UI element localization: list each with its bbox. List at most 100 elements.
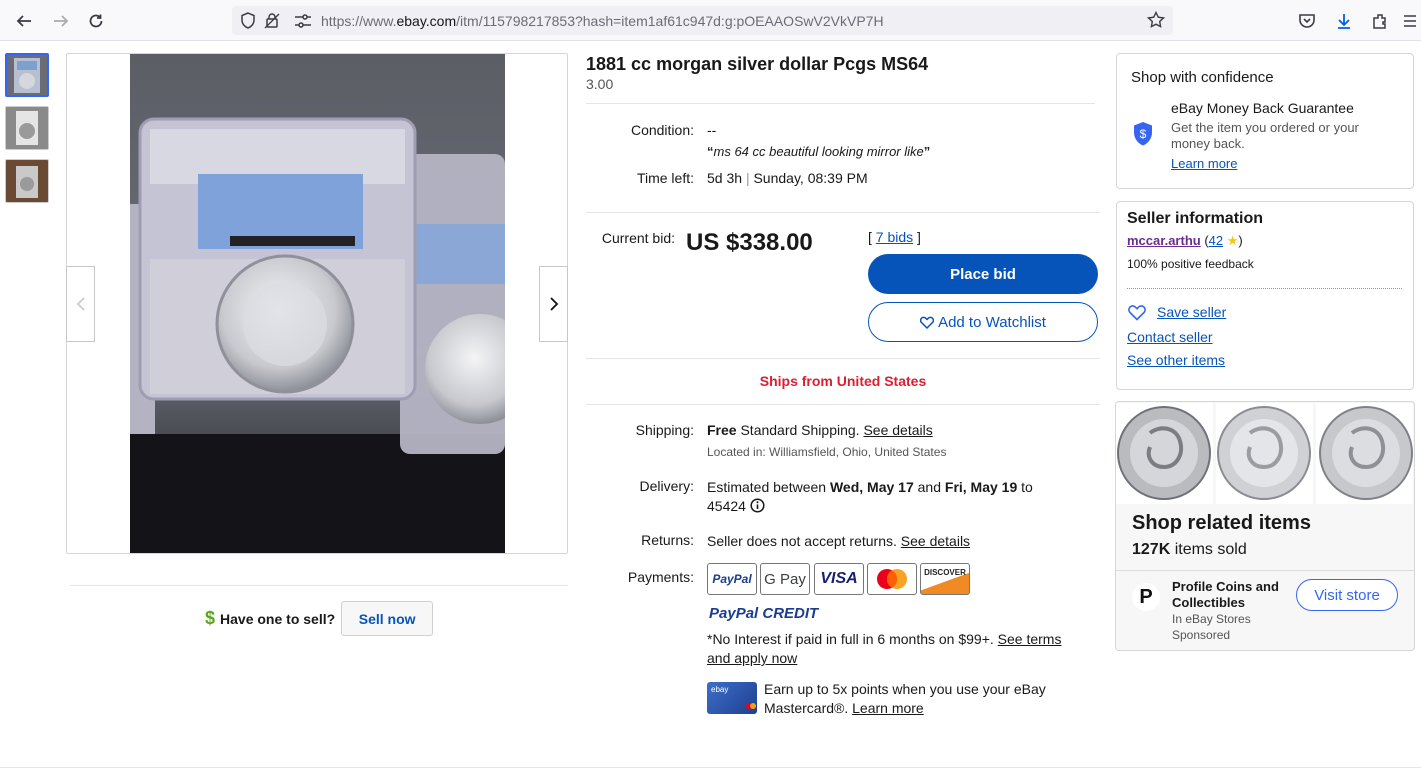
- mastercard-learn-more-link[interactable]: Learn more: [852, 700, 924, 716]
- sell-prompt: $ Have one to sell? Sell now: [205, 601, 434, 636]
- shipping-see-details-link[interactable]: See details: [863, 422, 932, 438]
- time-left-duration: 5d 3h: [707, 170, 743, 186]
- paypal-credit-logo: PayPal CREDIT: [709, 605, 819, 622]
- sell-question: Have one to sell?: [220, 610, 336, 627]
- time-left-value: 5d 3h | Sunday, 08:39 PM: [707, 170, 868, 186]
- condition-label: Condition:: [630, 122, 694, 138]
- apply-now-link[interactable]: and apply now: [707, 650, 797, 666]
- info-icon[interactable]: [750, 498, 765, 513]
- sell-now-button[interactable]: Sell now: [341, 601, 434, 636]
- returns-see-details-link[interactable]: See details: [901, 533, 970, 549]
- sold-label: items sold: [1170, 541, 1247, 558]
- paypal-icon: PayPal: [707, 563, 757, 595]
- shipping-free: Free: [707, 422, 737, 438]
- feedback-score-link[interactable]: 42: [1209, 233, 1223, 248]
- divider: [586, 103, 1095, 104]
- guarantee-text-2: money back.: [1171, 136, 1245, 151]
- bids-link[interactable]: 7 bids: [876, 229, 913, 245]
- sold-count: 127K: [1132, 541, 1171, 558]
- returns-text: Seller does not accept returns.: [707, 533, 901, 549]
- related-coin-image-1: [1116, 403, 1213, 504]
- shipping-value: Free Standard Shipping. See details: [707, 422, 933, 438]
- seller-name-link[interactable]: mccar.arthu: [1127, 233, 1201, 248]
- thumbnail-3[interactable]: [5, 159, 49, 203]
- thumbnail-2[interactable]: [5, 106, 49, 150]
- pocket-icon[interactable]: [1294, 8, 1320, 34]
- next-image-button[interactable]: [539, 266, 568, 342]
- bids-count: [ 7 bids ]: [868, 229, 921, 245]
- chevron-right-icon: [549, 297, 558, 311]
- condition-description: “ms 64 cc beautiful looking mirror like”: [707, 144, 930, 159]
- paypal-credit-terms: *No Interest if paid in full in 6 months…: [707, 630, 1102, 668]
- download-icon[interactable]: [1331, 8, 1357, 34]
- star-icon: ★: [1226, 233, 1239, 248]
- see-other-items-link[interactable]: See other items: [1127, 352, 1225, 368]
- permissions-icon[interactable]: [294, 14, 312, 28]
- delivery-pre: Estimated between: [707, 479, 830, 495]
- reload-icon[interactable]: [83, 8, 109, 34]
- url-text[interactable]: https://www.ebay.com/itm/115798217853?ha…: [321, 13, 884, 29]
- divider: [586, 404, 1100, 405]
- divider: [586, 212, 1100, 213]
- add-to-watchlist-button[interactable]: Add to Watchlist: [868, 302, 1098, 342]
- condition-quote: ms 64 cc beautiful looking mirror like: [713, 144, 924, 159]
- no-interest-text: *No Interest if paid in full in 6 months…: [707, 631, 998, 647]
- card-brand-text: ebay: [711, 685, 729, 694]
- ebay-mastercard-icon: ebay: [707, 682, 757, 714]
- mastercard-promo: Earn up to 5x points when you use your e…: [764, 680, 1084, 718]
- heart-icon: [920, 316, 935, 329]
- shield-dollar-icon: $: [1134, 122, 1152, 146]
- card-dot: [750, 703, 756, 709]
- delivery-to: to: [1017, 479, 1033, 495]
- menu-icon[interactable]: [1400, 8, 1420, 34]
- current-price: US $338.00: [686, 229, 813, 256]
- extensions-icon[interactable]: [1367, 8, 1393, 34]
- shield-tracking-icon[interactable]: [240, 12, 256, 29]
- back-arrow-icon[interactable]: [11, 8, 37, 34]
- heart-icon[interactable]: [1128, 305, 1146, 321]
- bids-bracket-close: ]: [913, 229, 921, 245]
- store-name-2: Collectibles: [1172, 595, 1245, 610]
- positive-feedback: 100% positive feedback: [1127, 257, 1254, 271]
- forward-arrow-icon[interactable]: [48, 8, 74, 34]
- divider: [586, 358, 1100, 359]
- delivery-date-start: Wed, May 17: [829, 479, 914, 495]
- lock-icon[interactable]: [264, 12, 280, 29]
- guarantee-learn-more-link[interactable]: Learn more: [1171, 156, 1237, 171]
- earn-points-text: Earn up to 5x points when you use your e…: [764, 681, 1046, 697]
- time-left-date: Sunday, 08:39 PM: [753, 170, 868, 186]
- address-bar[interactable]: https://www.ebay.com/itm/115798217853?ha…: [232, 6, 1173, 35]
- thumbnail-1[interactable]: [5, 53, 49, 97]
- url-domain: ebay.com: [396, 13, 457, 29]
- shipping-label: Shipping:: [635, 422, 694, 438]
- dollar-icon: $: [205, 608, 216, 628]
- visit-store-button[interactable]: Visit store: [1296, 579, 1398, 611]
- place-bid-button[interactable]: Place bid: [868, 254, 1098, 294]
- contact-seller-link[interactable]: Contact seller: [1127, 329, 1213, 345]
- current-bid-label: Current bid:: [601, 230, 675, 246]
- discover-icon: DISCOVER: [920, 563, 970, 595]
- condition-value: --: [707, 122, 717, 138]
- store-subtitle: In eBay Stores: [1172, 612, 1251, 626]
- store-logo: P: [1132, 583, 1160, 611]
- guarantee-text-1: Get the item you ordered or your: [1171, 120, 1359, 135]
- watchlist-label: Add to Watchlist: [938, 313, 1046, 331]
- feedback-open: (: [1200, 233, 1209, 248]
- delivery-estimate: Estimated between Wed, May 17 and Fri, M…: [707, 478, 1067, 516]
- delivery-zip: 45424: [707, 498, 746, 514]
- see-terms-link[interactable]: See terms: [998, 631, 1062, 647]
- main-product-image[interactable]: [130, 54, 505, 553]
- svg-text:$: $: [1140, 127, 1147, 141]
- guarantee-title: eBay Money Back Guarantee: [1171, 100, 1354, 116]
- save-seller-link[interactable]: Save seller: [1157, 304, 1226, 320]
- bookmark-star-icon[interactable]: [1147, 11, 1165, 29]
- prev-image-button[interactable]: [66, 266, 95, 342]
- delivery-date-end: Fri, May 19: [944, 479, 1018, 495]
- delivery-and: and: [913, 479, 945, 495]
- mastercard-text: Mastercard®.: [764, 700, 853, 716]
- seller-name-row: mccar.arthu (42 ★): [1127, 233, 1243, 249]
- page-divider: [0, 767, 1421, 768]
- item-location: Located in: Williamsfield, Ohio, United …: [707, 445, 947, 459]
- delivery-label: Delivery:: [639, 478, 694, 494]
- time-left-label: Time left:: [636, 170, 694, 186]
